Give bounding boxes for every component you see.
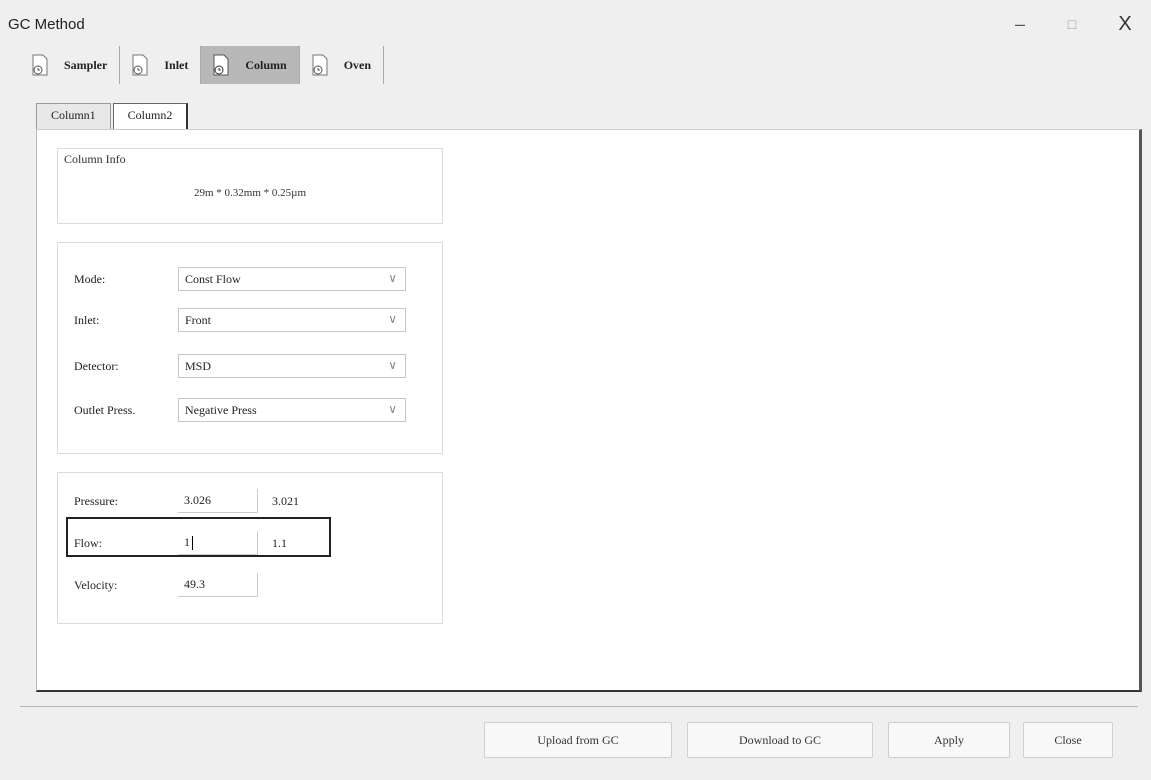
pressure-label: Pressure: xyxy=(74,493,118,508)
inlet-value: Front xyxy=(185,312,212,327)
detector-row: Detector: MSD ∨ xyxy=(74,354,406,378)
column-settings-panel: Column Info 29m * 0.32mm * 0.25µm Mode: … xyxy=(36,129,1142,692)
mode-value: Const Flow xyxy=(185,271,241,286)
chevron-down-icon: ∨ xyxy=(388,312,397,326)
chevron-down-icon: ∨ xyxy=(388,271,397,285)
column-config-group: Mode: Const Flow ∨ Inlet: Front ∨ Detect… xyxy=(57,242,443,454)
outlet-press-value: Negative Press xyxy=(185,402,257,417)
document-clock-icon xyxy=(310,54,330,76)
tab-inlet[interactable]: Inlet xyxy=(120,46,202,84)
maximize-button[interactable]: □ xyxy=(1054,10,1090,38)
pressure-row: Pressure: 3.026 3.021 xyxy=(74,489,299,513)
close-window-button[interactable]: X xyxy=(1107,10,1143,38)
tab-column2[interactable]: Column2 xyxy=(112,103,189,129)
window-title: GC Method xyxy=(8,16,85,33)
velocity-row: Velocity: 49.3 xyxy=(74,573,258,597)
tab-column[interactable]: Column xyxy=(201,46,300,84)
flow-highlight-box xyxy=(66,517,331,557)
download-to-gc-button[interactable]: Download to GC xyxy=(687,722,873,758)
chevron-down-icon: ∨ xyxy=(388,358,397,372)
pressure-input[interactable]: 3.026 xyxy=(178,489,258,513)
pressure-actual: 3.021 xyxy=(272,493,299,508)
footer-divider xyxy=(20,706,1138,707)
inlet-label: Inlet: xyxy=(74,312,100,327)
upload-from-gc-button[interactable]: Upload from GC xyxy=(484,722,672,758)
velocity-input[interactable]: 49.3 xyxy=(178,573,258,597)
outlet-press-row: Outlet Press. Negative Press ∨ xyxy=(74,398,406,422)
tab-inlet-label: Inlet xyxy=(164,57,189,72)
document-clock-icon xyxy=(130,54,150,76)
column-dimensions: 29m * 0.32mm * 0.25µm xyxy=(193,187,307,199)
detector-label: Detector: xyxy=(74,358,119,373)
tab-oven[interactable]: Oven xyxy=(300,46,385,84)
gc-method-window: GC Method – □ X Sampler Inlet Column Ove… xyxy=(0,0,1151,780)
outlet-press-label: Outlet Press. xyxy=(74,402,136,417)
minimize-button[interactable]: – xyxy=(1002,10,1038,38)
velocity-label: Velocity: xyxy=(74,577,118,592)
close-button[interactable]: Close xyxy=(1023,722,1113,758)
tab-column-label: Column xyxy=(245,57,287,72)
column-info-title: Column Info xyxy=(64,152,126,166)
outlet-press-select[interactable]: Negative Press ∨ xyxy=(178,398,406,422)
apply-button[interactable]: Apply xyxy=(888,722,1010,758)
chevron-down-icon: ∨ xyxy=(388,402,397,416)
tab-oven-label: Oven xyxy=(343,57,372,72)
detector-select[interactable]: MSD ∨ xyxy=(178,354,406,378)
column-info-group: Column Info 29m * 0.32mm * 0.25µm xyxy=(57,148,443,224)
document-clock-icon xyxy=(211,54,231,76)
column-sub-tabs: Column1 Column2 xyxy=(36,103,190,129)
mode-select[interactable]: Const Flow ∨ xyxy=(178,267,406,291)
tab-sampler[interactable]: Sampler xyxy=(20,46,121,84)
detector-value: MSD xyxy=(185,358,212,373)
mode-row: Mode: Const Flow ∨ xyxy=(74,267,406,291)
document-clock-icon xyxy=(30,54,50,76)
mode-label: Mode: xyxy=(74,271,106,286)
tab-sampler-label: Sampler xyxy=(64,57,108,72)
inlet-select[interactable]: Front ∨ xyxy=(178,308,406,332)
tab-column1[interactable]: Column1 xyxy=(36,103,111,129)
title-bar: GC Method – □ X xyxy=(0,0,1151,42)
main-tab-bar: Sampler Inlet Column Oven xyxy=(20,46,385,86)
inlet-row: Inlet: Front ∨ xyxy=(74,308,406,332)
